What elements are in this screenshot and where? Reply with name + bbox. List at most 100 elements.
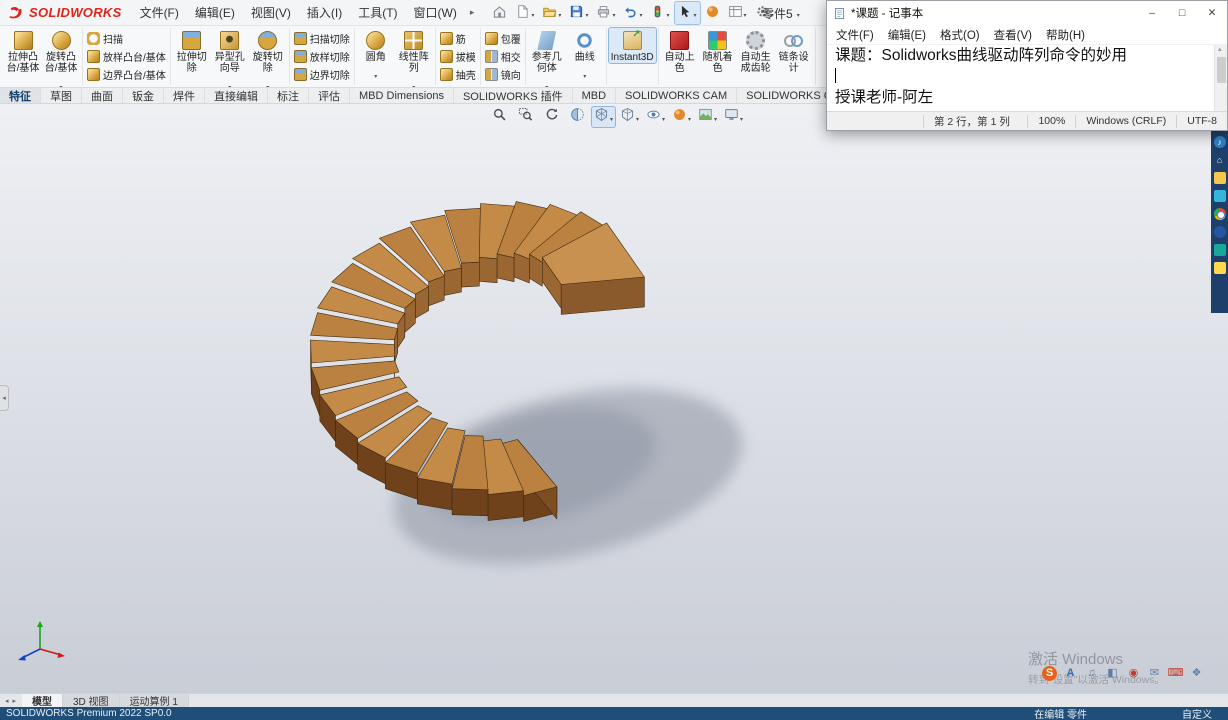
headsup-zoom-area-button[interactable] bbox=[514, 107, 537, 127]
tray-camera-tray-icon[interactable]: ◉ bbox=[1126, 666, 1141, 681]
dock-browser-icon[interactable] bbox=[1213, 208, 1226, 220]
ribbon-instant3d-button[interactable]: Instant3D bbox=[607, 27, 657, 64]
ribbon-hole-wizard-button[interactable]: 异型孔 向导 bbox=[211, 28, 249, 87]
notepad-zoom-level[interactable]: 100% bbox=[1027, 114, 1075, 128]
ribbon-reference-geometry-button[interactable]: 参考几 何体 bbox=[528, 28, 566, 87]
headsup-display-style-button[interactable] bbox=[618, 107, 641, 127]
ribbon-revolve-boss-button[interactable]: 旋转凸 台/基体 bbox=[42, 28, 80, 87]
graphics-area[interactable]: 激活 Windows 转到"设置"以激活 Windows。 SA♫◧◉✉⌨❖ bbox=[0, 104, 1228, 693]
notepad-maximize-button[interactable]: □ bbox=[1167, 1, 1197, 25]
status-custom-button[interactable]: 自定义 bbox=[1182, 706, 1212, 720]
notepad-menu-1[interactable]: 文件(F) bbox=[829, 27, 881, 43]
tab-4[interactable]: 钣金 bbox=[123, 88, 164, 103]
ribbon-intersect-button[interactable]: 相交 bbox=[483, 48, 523, 65]
tray-display-tray-icon[interactable]: ◧ bbox=[1105, 666, 1120, 681]
tab-11[interactable]: MBD bbox=[573, 88, 617, 103]
model-tab-scroll-arrows[interactable] bbox=[0, 694, 22, 707]
model-tab-3[interactable]: 运动算例 1 bbox=[119, 694, 189, 708]
feature-tree-collapsed-tab[interactable] bbox=[0, 385, 9, 411]
ribbon-draft-button[interactable]: 拔模 bbox=[438, 48, 478, 65]
tray-keyboard-tray-icon[interactable]: ⌨ bbox=[1168, 666, 1184, 681]
ribbon-swept-cut-button[interactable]: 扫描切除 bbox=[292, 30, 352, 47]
tab-2[interactable]: 草图 bbox=[41, 88, 82, 103]
ribbon-fillet-button[interactable]: 圆角 bbox=[357, 28, 395, 83]
dock-file-explorer-icon[interactable] bbox=[1213, 172, 1226, 184]
notepad-text-area[interactable]: 课题：Solidworks曲线驱动阵列命令的妙用 授课老师-阿左 bbox=[827, 44, 1227, 111]
headsup-view-orientation-button[interactable] bbox=[591, 106, 616, 128]
ribbon-random-color-button[interactable]: 随机着 色 bbox=[699, 28, 737, 74]
menu-item-6[interactable]: 窗口(W) bbox=[406, 0, 465, 25]
dock-home-icon[interactable]: ⌂ bbox=[1214, 154, 1226, 166]
tray-ime-mode-icon[interactable]: A bbox=[1063, 666, 1078, 681]
dock-media-player-icon[interactable]: ♪ bbox=[1213, 136, 1226, 148]
ribbon-extruded-cut-button[interactable]: 拉伸切 除 bbox=[173, 28, 211, 74]
dock-display-settings-icon[interactable] bbox=[1213, 190, 1226, 202]
quick-save-button[interactable] bbox=[566, 2, 591, 24]
ribbon-auto-color-button[interactable]: 自动上 色 bbox=[661, 28, 699, 74]
headsup-zoom-fit-button[interactable] bbox=[488, 107, 511, 127]
ribbon-curves-button[interactable]: 曲线 bbox=[566, 28, 604, 83]
dock-sticky-notes-icon[interactable] bbox=[1213, 262, 1226, 274]
quick-open-button[interactable] bbox=[539, 2, 564, 24]
ribbon-boundary-button[interactable]: 边界凸台/基体 bbox=[85, 66, 168, 83]
headsup-previous-view-button[interactable] bbox=[540, 107, 563, 127]
headsup-apply-scene-button[interactable] bbox=[696, 107, 719, 127]
menu-item-4[interactable]: 插入(I) bbox=[299, 0, 350, 25]
quick-undo-button[interactable] bbox=[620, 2, 645, 24]
quick-print-button[interactable] bbox=[593, 2, 618, 24]
dock-app-blue-icon[interactable] bbox=[1213, 226, 1226, 238]
ribbon-boundary-cut-button[interactable]: 边界切除 bbox=[292, 66, 352, 83]
quick-rebuild-button[interactable] bbox=[647, 2, 672, 24]
headsup-section-view-button[interactable] bbox=[566, 107, 589, 127]
notepad-scrollbar[interactable] bbox=[1214, 45, 1227, 111]
tray-apps-tray-icon[interactable]: ❖ bbox=[1189, 666, 1204, 681]
ribbon-linear-pattern-button[interactable]: 线性阵 列 bbox=[395, 28, 433, 87]
notepad-menu-5[interactable]: 帮助(H) bbox=[1039, 27, 1092, 43]
tray-solidworks-resource-monitor-icon[interactable]: S bbox=[1042, 666, 1057, 681]
document-name[interactable]: 零件5 bbox=[762, 0, 800, 26]
quick-new-doc-button[interactable] bbox=[512, 2, 537, 24]
dock-app-teal-icon[interactable] bbox=[1213, 244, 1226, 256]
tab-6[interactable]: 直接编辑 bbox=[205, 88, 268, 103]
quick-panes-button[interactable] bbox=[725, 2, 750, 24]
tab-9[interactable]: MBD Dimensions bbox=[350, 88, 454, 103]
headsup-view-settings-button[interactable] bbox=[722, 107, 745, 127]
ribbon-sweep-button[interactable]: 扫描 bbox=[85, 30, 168, 47]
notepad-close-button[interactable]: ✕ bbox=[1197, 1, 1227, 25]
notepad-minimize-button[interactable]: – bbox=[1137, 1, 1167, 25]
menu-item-1[interactable]: 文件(F) bbox=[132, 0, 187, 25]
tab-10[interactable]: SOLIDWORKS 插件 bbox=[454, 88, 573, 103]
tab-3[interactable]: 曲面 bbox=[82, 88, 123, 103]
quick-home-button[interactable] bbox=[489, 2, 510, 24]
ribbon-wrap-button[interactable]: 包覆 bbox=[483, 30, 523, 47]
tab-8[interactable]: 评估 bbox=[309, 88, 350, 103]
tab-5[interactable]: 焊件 bbox=[164, 88, 205, 103]
ribbon-lofted-cut-button[interactable]: 放样切除 bbox=[292, 48, 352, 65]
ribbon-mirror-button[interactable]: 镜向 bbox=[483, 66, 523, 83]
ribbon-revolved-cut-button[interactable]: 旋转切 除 bbox=[249, 28, 287, 87]
menu-item-3[interactable]: 视图(V) bbox=[243, 0, 299, 25]
ribbon-extrude-boss-button[interactable]: 拉伸凸 台/基体 bbox=[4, 28, 42, 74]
headsup-hide-items-button[interactable] bbox=[644, 107, 667, 127]
spiral-staircase-model[interactable] bbox=[0, 104, 1228, 693]
model-tab-2[interactable]: 3D 视图 bbox=[63, 694, 120, 708]
tray-mail-tray-icon[interactable]: ✉ bbox=[1147, 666, 1162, 681]
model-tab-1[interactable]: 模型 bbox=[22, 694, 63, 708]
ribbon-chain-design-button[interactable]: 链条设 计 bbox=[775, 28, 813, 74]
notepad-menu-4[interactable]: 查看(V) bbox=[987, 27, 1039, 43]
ribbon-shell-button[interactable]: 抽壳 bbox=[438, 66, 478, 83]
menu-item-2[interactable]: 编辑(E) bbox=[187, 0, 243, 25]
ribbon-auto-gear-button[interactable]: 自动生 成齿轮 bbox=[737, 28, 775, 74]
tab-12[interactable]: SOLIDWORKS CAM bbox=[616, 88, 738, 103]
ribbon-rib-button[interactable]: 筋 bbox=[438, 30, 478, 47]
quick-pointer-button[interactable] bbox=[673, 0, 701, 25]
tab-1[interactable]: 特征 bbox=[0, 88, 41, 103]
tab-7[interactable]: 标注 bbox=[268, 88, 309, 103]
quick-appearance-button[interactable] bbox=[702, 2, 723, 24]
notepad-menu-3[interactable]: 格式(O) bbox=[933, 27, 987, 43]
menu-expander-icon[interactable]: ▸ bbox=[465, 7, 480, 18]
notepad-titlebar[interactable]: *课题 - 记事本 – □ ✕ bbox=[827, 1, 1227, 25]
headsup-edit-appearance-button[interactable] bbox=[670, 107, 693, 127]
notepad-menu-2[interactable]: 编辑(E) bbox=[881, 27, 933, 43]
menu-item-5[interactable]: 工具(T) bbox=[350, 0, 405, 25]
